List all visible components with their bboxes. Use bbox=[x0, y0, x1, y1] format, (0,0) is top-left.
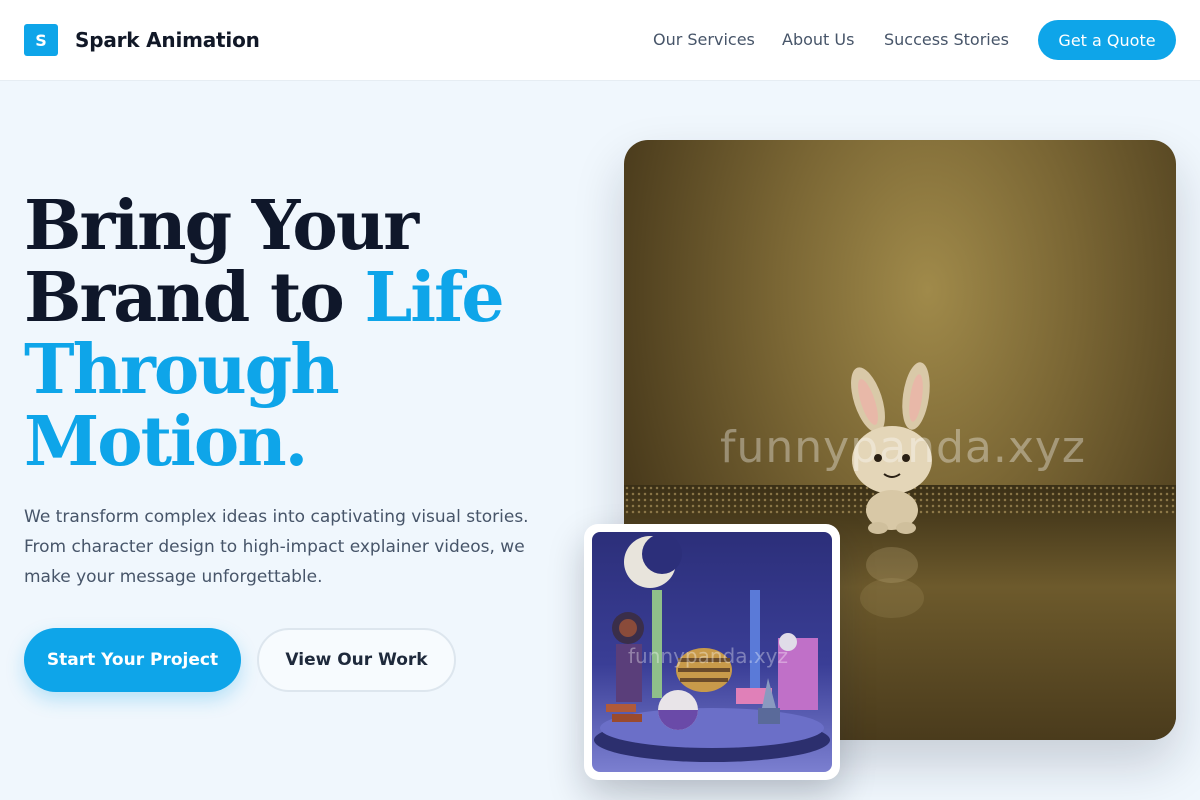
headline-line-1: Bring Your bbox=[24, 186, 419, 266]
headline-line-4: Motion. bbox=[24, 402, 308, 482]
inset-3d-scene-image: funnypanda.xyz bbox=[592, 532, 832, 772]
nav-our-services[interactable]: Our Services bbox=[653, 30, 755, 49]
get-quote-button[interactable]: Get a Quote bbox=[1038, 20, 1176, 60]
logo-icon[interactable]: S bbox=[24, 24, 58, 56]
inset-image-watermark: funnypanda.xyz bbox=[628, 644, 789, 668]
headline-line-2b: Life bbox=[364, 258, 504, 338]
main-image-watermark: funnypanda.xyz bbox=[720, 422, 1087, 473]
headline-line-3: Through bbox=[24, 330, 340, 410]
site-header: S Spark Animation Our Services About Us … bbox=[0, 0, 1200, 81]
view-work-button[interactable]: View Our Work bbox=[257, 628, 456, 692]
start-project-button[interactable]: Start Your Project bbox=[24, 628, 241, 692]
brand-name[interactable]: Spark Animation bbox=[75, 28, 260, 52]
hero-headline: Bring Your Brand to Life Through Motion. bbox=[24, 190, 584, 478]
nav-about-us[interactable]: About Us bbox=[782, 30, 854, 49]
bunny-figure-icon bbox=[851, 362, 932, 618]
inset-image-frame: funnypanda.xyz bbox=[584, 524, 840, 780]
hero-description: We transform complex ideas into captivat… bbox=[24, 507, 529, 587]
nav-success-stories[interactable]: Success Stories bbox=[884, 30, 1009, 49]
headline-line-2a: Brand to bbox=[24, 258, 365, 338]
